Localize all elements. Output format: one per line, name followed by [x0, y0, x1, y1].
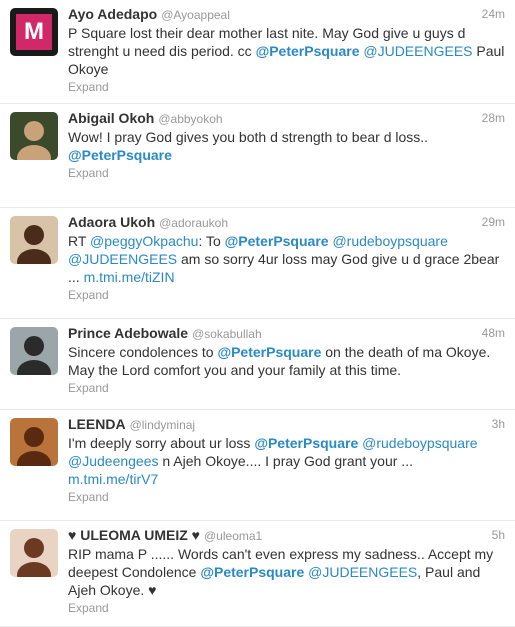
user-handle[interactable]: @adoraukoh: [159, 216, 228, 230]
user-fullname[interactable]: Prince Adebowale: [68, 325, 188, 341]
tweet-timestamp[interactable]: 3h: [492, 414, 505, 434]
mention-link[interactable]: @PeterPsquare: [68, 147, 172, 163]
avatar[interactable]: [10, 216, 58, 264]
tweet-text-segment: RT: [68, 233, 91, 249]
mention-link[interactable]: @JUDEENGEES: [308, 564, 417, 580]
user-handle[interactable]: @lindyminaj: [130, 418, 196, 432]
avatar-logo-icon: M: [24, 18, 44, 45]
avatar[interactable]: M: [10, 8, 58, 56]
avatar[interactable]: [10, 112, 58, 160]
mention-link[interactable]: @rudeboypsquare: [362, 435, 477, 451]
user-handle[interactable]: @abbyokoh: [158, 112, 222, 126]
tweet-header: Abigail Okoh @abbyokoh 28m: [68, 108, 505, 128]
tweet-text-segment: Wow! I pray God gives you both d strengt…: [68, 129, 429, 145]
tweet-content: Abigail Okoh @abbyokoh 28m Wow! I pray God …: [68, 108, 505, 181]
tweet-header: ♥ ULEOMA UMEIZ ♥ @uleoma1 5h: [68, 525, 505, 545]
tweet-timestamp[interactable]: 5h: [492, 525, 505, 545]
tweet-timestamp[interactable]: 28m: [482, 108, 505, 128]
user-fullname[interactable]: ♥ ULEOMA UMEIZ ♥: [68, 527, 200, 543]
tweet-timestamp[interactable]: 29m: [482, 212, 505, 232]
user-handle[interactable]: @sokabullah: [192, 327, 262, 341]
mention-link[interactable]: @PeterPsquare: [217, 344, 321, 360]
expand-link[interactable]: Expand: [68, 165, 505, 181]
mention-link[interactable]: @peggyOkpachu: [90, 233, 198, 249]
tweet-text: P Square lost their dear mother last nit…: [68, 24, 505, 78]
expand-link[interactable]: Expand: [68, 79, 505, 95]
mention-link[interactable]: @PeterPsquare: [225, 233, 329, 249]
tweet-item[interactable]: Adaora Ukoh @adoraukoh 29m RT @peggyOkpachu…: [0, 208, 515, 319]
tweet-item[interactable]: M Ayo Adedapo @Ayoappeal 24m P Square lost t…: [0, 0, 515, 104]
tweet-header: Prince Adebowale @sokabullah 48m: [68, 323, 505, 343]
expand-link[interactable]: Expand: [68, 287, 505, 303]
tweet-item[interactable]: ♥ ULEOMA UMEIZ ♥ @uleoma1 5h RIP mama P ...…: [0, 521, 515, 627]
tweet-item[interactable]: Abigail Okoh @abbyokoh 28m Wow! I pray God …: [0, 104, 515, 208]
avatar[interactable]: [10, 529, 58, 577]
tweet-text-segment: n Ajeh Okoye.... I pray God grant your .…: [158, 453, 413, 469]
mention-link[interactable]: @JUDEENGEES: [363, 43, 472, 59]
tweet-item[interactable]: LEENDA @lindyminaj 3h I'm deeply sorry abou…: [0, 410, 515, 521]
tweet-text: Wow! I pray God gives you both d strengt…: [68, 128, 505, 164]
url-link[interactable]: m.tmi.me/tiZIN: [84, 269, 175, 285]
avatar[interactable]: [10, 418, 58, 466]
expand-link[interactable]: Expand: [68, 489, 505, 505]
tweet-content: Ayo Adedapo @Ayoappeal 24m P Square lost th…: [68, 4, 505, 95]
user-fullname[interactable]: Adaora Ukoh: [68, 214, 155, 230]
mention-link[interactable]: @PeterPsquare: [200, 564, 304, 580]
user-handle[interactable]: @Ayoappeal: [161, 8, 230, 22]
mention-link[interactable]: @rudeboypsquare: [332, 233, 447, 249]
user-fullname[interactable]: LEENDA: [68, 416, 126, 432]
expand-link[interactable]: Expand: [68, 600, 505, 616]
tweet-text: I'm deeply sorry about ur loss @PeterPsq…: [68, 434, 505, 488]
tweet-item[interactable]: Prince Adebowale @sokabullah 48m Sincere co…: [0, 319, 515, 410]
tweet-text: RT @peggyOkpachu: To @PeterPsquare @rude…: [68, 232, 505, 286]
user-fullname[interactable]: Ayo Adedapo: [68, 6, 157, 22]
tweet-text: RIP mama P ...... Words can't even expre…: [68, 545, 505, 599]
tweet-timestamp[interactable]: 24m: [482, 4, 505, 24]
mention-link[interactable]: @PeterPsquare: [256, 43, 360, 59]
tweet-text: Sincere condolences to @PeterPsquare on …: [68, 343, 505, 379]
user-handle[interactable]: @uleoma1: [204, 529, 262, 543]
tweet-header: Ayo Adedapo @Ayoappeal 24m: [68, 4, 505, 24]
tweet-content: LEENDA @lindyminaj 3h I'm deeply sorry abou…: [68, 414, 505, 505]
tweet-feed: M Ayo Adedapo @Ayoappeal 24m P Square lost t…: [0, 0, 515, 627]
tweet-text-segment: Sincere condolences to: [68, 344, 218, 360]
tweet-text-segment: I'm deeply sorry about ur loss: [68, 435, 255, 451]
mention-link[interactable]: @JUDEENGEES: [68, 251, 177, 267]
tweet-timestamp[interactable]: 48m: [482, 323, 505, 343]
mention-link[interactable]: @Judeengees: [68, 453, 159, 469]
user-fullname[interactable]: Abigail Okoh: [68, 110, 154, 126]
tweet-content: ♥ ULEOMA UMEIZ ♥ @uleoma1 5h RIP mama P ...…: [68, 525, 505, 616]
mention-link[interactable]: @PeterPsquare: [254, 435, 358, 451]
tweet-header: Adaora Ukoh @adoraukoh 29m: [68, 212, 505, 232]
tweet-content: Prince Adebowale @sokabullah 48m Sincere co…: [68, 323, 505, 396]
tweet-content: Adaora Ukoh @adoraukoh 29m RT @peggyOkpachu…: [68, 212, 505, 303]
tweet-text-segment: : To: [198, 233, 225, 249]
avatar[interactable]: [10, 327, 58, 375]
url-link[interactable]: m.tmi.me/tirV7: [68, 471, 158, 487]
expand-link[interactable]: Expand: [68, 380, 505, 396]
tweet-header: LEENDA @lindyminaj 3h: [68, 414, 505, 434]
